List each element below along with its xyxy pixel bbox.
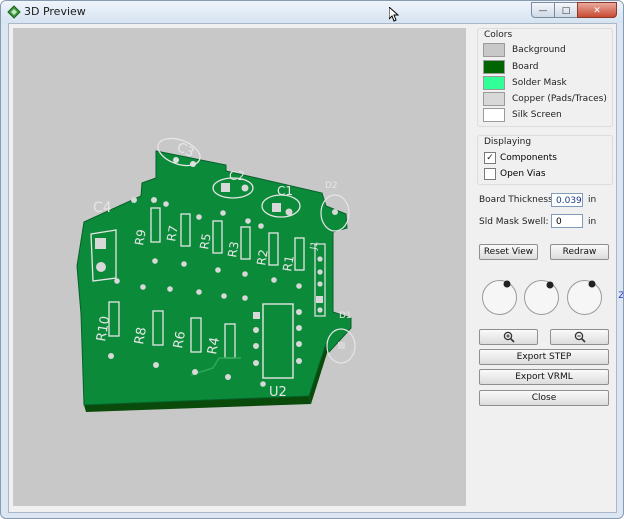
label-r7: R7 xyxy=(164,224,181,242)
dialog-body: C3 C2 C1 D2 C4 R9 R7 R5 R3 R2 R1 J1 D1 R… xyxy=(8,23,623,513)
silk-screen-color-swatch[interactable] xyxy=(483,108,505,122)
rotate-y-dial[interactable]: Y xyxy=(523,279,581,316)
label-j1: J1 xyxy=(309,241,320,252)
components-checkbox-row[interactable]: ✓ Components xyxy=(484,152,557,164)
label-r8: R8 xyxy=(132,326,150,346)
maximize-button[interactable]: □ xyxy=(554,2,578,18)
zoom-in-icon xyxy=(503,331,515,343)
rotate-x-dial[interactable]: X xyxy=(481,279,540,316)
minimize-button[interactable]: — xyxy=(531,2,555,18)
close-button[interactable]: Close xyxy=(479,390,609,406)
label-r3: R3 xyxy=(225,240,242,258)
3d-viewport[interactable]: C3 C2 C1 D2 C4 R9 R7 R5 R3 R2 R1 J1 D1 R… xyxy=(13,28,466,506)
color-row-background[interactable]: Background xyxy=(483,43,566,57)
open-vias-label: Open Vias xyxy=(500,169,546,179)
window-title: 3D Preview xyxy=(24,5,86,18)
label-c2: C2 xyxy=(229,169,245,183)
displaying-title: Displaying xyxy=(484,137,532,147)
label-u2: U2 xyxy=(269,385,287,400)
pcb-render[interactable]: C3 C2 C1 D2 C4 R9 R7 R5 R3 R2 R1 J1 D1 R… xyxy=(13,28,466,506)
copper-color-label: Copper (Pads/Traces) xyxy=(512,94,607,104)
background-color-label: Background xyxy=(512,45,566,55)
export-vrml-button[interactable]: Export VRML xyxy=(479,369,609,385)
zoom-out-icon xyxy=(574,331,586,343)
redraw-button[interactable]: Redraw xyxy=(550,244,609,260)
board-color-swatch[interactable] xyxy=(483,60,505,74)
label-r9: R9 xyxy=(132,228,149,246)
label-d2: D2 xyxy=(325,181,338,191)
rotate-z-dial[interactable]: Z xyxy=(566,279,623,316)
sld-mask-swell-input[interactable]: 0 xyxy=(551,214,583,228)
close-window-button[interactable]: ✕ xyxy=(577,2,617,18)
mouse-cursor-icon xyxy=(389,7,399,22)
settings-panel: Colors Background Board Solder Mask Copp… xyxy=(474,24,623,512)
label-r5: R5 xyxy=(197,232,214,250)
silk-screen-color-label: Silk Screen xyxy=(512,110,562,120)
displaying-group: Displaying ✓ Components Open Vias xyxy=(477,135,613,185)
colors-group: Colors Background Board Solder Mask Copp… xyxy=(477,28,613,127)
label-d1: D1 xyxy=(339,311,352,321)
preview-window: 3D Preview — □ ✕ C3 C2 C1 D2 C4 R9 R7 R5… xyxy=(0,0,624,519)
sld-mask-swell-label: Sld Mask Swell: xyxy=(479,217,549,227)
board-thickness-label: Board Thickness: xyxy=(479,195,556,205)
open-vias-checkbox[interactable] xyxy=(484,168,496,180)
export-step-button[interactable]: Export STEP xyxy=(479,349,609,365)
title-bar[interactable]: 3D Preview — □ ✕ xyxy=(1,1,623,23)
pcb-icon xyxy=(7,5,21,19)
sld-mask-swell-unit: in xyxy=(588,217,597,227)
label-r2: R2 xyxy=(254,248,271,266)
background-color-swatch[interactable] xyxy=(483,43,505,57)
zoom-in-button[interactable] xyxy=(479,329,538,345)
solder-mask-color-label: Solder Mask xyxy=(512,78,567,88)
zoom-out-button[interactable] xyxy=(550,329,609,345)
board-thickness-input[interactable]: 0.039 xyxy=(551,193,583,207)
colors-title: Colors xyxy=(484,30,513,40)
label-r6: R6 xyxy=(171,330,189,350)
copper-color-swatch[interactable] xyxy=(483,92,505,106)
label-c4: C4 xyxy=(93,200,112,216)
board-thickness-unit: in xyxy=(588,195,597,205)
components-label: Components xyxy=(500,153,557,163)
color-row-solder-mask[interactable]: Solder Mask xyxy=(483,76,567,90)
label-c1: C1 xyxy=(277,184,293,198)
open-vias-checkbox-row[interactable]: Open Vias xyxy=(484,168,546,180)
components-checkbox[interactable]: ✓ xyxy=(484,152,496,164)
label-r1: R1 xyxy=(280,254,297,272)
reset-view-button[interactable]: Reset View xyxy=(479,244,538,260)
board-color-label: Board xyxy=(512,62,539,72)
z-axis-label: Z xyxy=(618,291,624,301)
solder-mask-color-swatch[interactable] xyxy=(483,76,505,90)
color-row-silk-screen[interactable]: Silk Screen xyxy=(483,108,562,122)
color-row-copper[interactable]: Copper (Pads/Traces) xyxy=(483,92,607,106)
label-r4: R4 xyxy=(205,336,223,356)
color-row-board[interactable]: Board xyxy=(483,60,538,74)
